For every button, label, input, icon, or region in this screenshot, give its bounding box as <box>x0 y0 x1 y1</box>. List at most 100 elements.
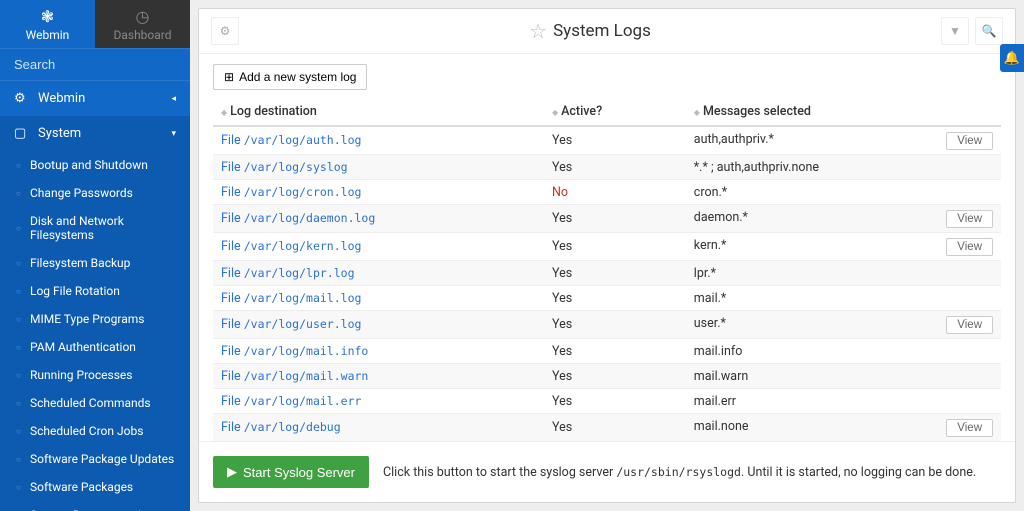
bullet-icon: ○ <box>16 371 21 380</box>
filter-button[interactable]: ▼ <box>941 17 969 45</box>
tab-dashboard[interactable]: ◷ Dashboard <box>95 0 190 48</box>
log-link[interactable]: File /var/log/daemon.log <box>221 211 375 226</box>
messages-cell: mail.info <box>686 339 1001 364</box>
log-link[interactable]: File /var/log/lpr.log <box>221 266 355 281</box>
log-row: File /var/log/mail.warn Yesmail.warn <box>213 364 1001 389</box>
nav-item-label: MIME Type Programs <box>30 312 144 326</box>
add-label-top: Add a new system log <box>239 70 356 84</box>
log-row: File /var/log/user.logYesuser.*View <box>213 311 1001 339</box>
bullet-icon: ○ <box>16 189 21 198</box>
bullet-icon: ○ <box>16 399 21 408</box>
active-cell: Yes <box>544 286 686 311</box>
log-link[interactable]: File /var/log/user.log <box>221 317 361 332</box>
search-input[interactable] <box>14 57 190 72</box>
messages-cell: user.*View <box>686 311 1001 339</box>
nav-item-scheduled-commands[interactable]: ○Scheduled Commands <box>0 389 190 417</box>
add-system-log-top[interactable]: ⊞ Add a new system log <box>213 64 367 90</box>
log-row: File /var/log/syslog Yes*.* ; auth,authpr… <box>213 155 1001 180</box>
log-row: File /var/log/daemon.logYesdaemon.*View <box>213 205 1001 233</box>
search-row: 🔍 <box>0 48 190 81</box>
bullet-icon: ○ <box>16 287 21 296</box>
logs-table: ◆Log destination ◆Active? ◆Messages sele… <box>213 98 1001 441</box>
nav-item-label: Scheduled Cron Jobs <box>30 424 143 438</box>
chevron-icon: ◂ <box>171 94 176 104</box>
start-syslog-label: Start Syslog Server <box>243 465 355 480</box>
content-card: ⚙ ☆ System Logs ▼ 🔍 ⊞ Add a new system l… <box>198 8 1016 503</box>
log-link[interactable]: File /var/log/kern.log <box>221 239 361 254</box>
active-cell: Yes <box>544 233 686 261</box>
nav-item-label: Disk and Network Filesystems <box>30 214 176 242</box>
view-button[interactable]: View <box>946 132 993 150</box>
nav-item-scheduled-cron-jobs[interactable]: ○Scheduled Cron Jobs <box>0 417 190 445</box>
nav-item-software-package-updates[interactable]: ○ Software Package Updates <box>0 445 190 473</box>
log-link[interactable]: File /var/log/mail.info <box>221 344 368 359</box>
nav-item-log-file-rotation[interactable]: ○Log File Rotation <box>0 277 190 305</box>
tab-webmin[interactable]: ❃ Webmin <box>0 0 95 48</box>
log-link[interactable]: File /var/log/auth.log <box>221 133 361 148</box>
footer: ▶ Start Syslog Server Click this button … <box>199 441 1015 502</box>
nav-item-software-packages[interactable]: ○Software Packages <box>0 473 190 501</box>
col-destination[interactable]: ◆Log destination <box>213 98 544 126</box>
tab-dashboard-label: Dashboard <box>113 28 171 42</box>
col-active[interactable]: ◆Active? <box>544 98 686 126</box>
nav-item-label: Software Package Updates <box>30 452 174 466</box>
plus-icon: ⊞ <box>224 70 234 84</box>
active-cell: Yes <box>544 364 686 389</box>
view-button[interactable]: View <box>946 316 993 334</box>
view-button[interactable]: View <box>946 210 993 228</box>
nav-item-running-processes[interactable]: ○Running Processes <box>0 361 190 389</box>
log-row: File /var/log/debugYesmail.noneView <box>213 414 1001 442</box>
messages-cell: cron.* <box>686 180 1001 205</box>
search-toggle-button[interactable]: 🔍 <box>975 17 1003 45</box>
star-icon[interactable]: ☆ <box>529 19 547 43</box>
log-link[interactable]: File /var/log/debug <box>221 420 341 435</box>
page-header: ⚙ ☆ System Logs ▼ 🔍 <box>199 9 1015 54</box>
nav-section-label: System <box>38 126 81 141</box>
col-messages[interactable]: ◆Messages selected <box>686 98 1001 126</box>
log-link[interactable]: File /var/log/syslog <box>221 160 348 175</box>
log-row: File /var/log/mail.errYesmail.err <box>213 389 1001 414</box>
nav-item-system-documentation[interactable]: ○System Documentation <box>0 501 190 511</box>
nav-section-system[interactable]: ▢System▾ <box>0 116 190 151</box>
bullet-icon: ○ <box>16 224 21 233</box>
chevron-icon: ▾ <box>171 129 176 139</box>
messages-cell: auth,authpriv.*View <box>686 126 1001 155</box>
start-syslog-hint: Click this button to start the syslog se… <box>383 465 976 480</box>
messages-cell: lpr.* <box>686 261 1001 286</box>
bullet-icon: ○ <box>16 343 21 352</box>
active-cell: Yes <box>544 261 686 286</box>
messages-cell: *.* ; auth,authpriv.none <box>686 155 1001 180</box>
nav-item-disk-and-network-filesystems[interactable]: ○ Disk and Network Filesystems <box>0 207 190 249</box>
log-link[interactable]: File /var/log/mail.log <box>221 291 361 306</box>
log-row: File /var/log/auth.logYesauth,authpriv.*… <box>213 126 1001 155</box>
nav-item-mime-type-programs[interactable]: ○MIME Type Programs <box>0 305 190 333</box>
log-link[interactable]: File /var/log/mail.err <box>221 394 361 409</box>
start-syslog-button[interactable]: ▶ Start Syslog Server <box>213 456 369 488</box>
messages-cell: daemon.*View <box>686 205 1001 233</box>
magnify-icon: 🔍 <box>982 24 997 38</box>
dashboard-icon: ◷ <box>136 7 150 26</box>
webmin-logo-icon: ❃ <box>41 7 54 26</box>
nav-item-label: Filesystem Backup <box>30 256 130 270</box>
nav-item-label: Software Packages <box>30 480 133 494</box>
active-cell: Yes <box>544 155 686 180</box>
nav-item-change-passwords[interactable]: ○Change Passwords <box>0 179 190 207</box>
view-button[interactable]: View <box>946 238 993 256</box>
bullet-icon: ○ <box>16 455 21 464</box>
nav-item-filesystem-backup[interactable]: ○Filesystem Backup <box>0 249 190 277</box>
log-link[interactable]: File /var/log/mail.warn <box>221 369 368 384</box>
content-body: ⊞ Add a new system log ◆Log destination … <box>199 54 1015 441</box>
nav-item-bootup-and-shutdown[interactable]: ○Bootup and Shutdown <box>0 151 190 179</box>
messages-cell: mail.warn <box>686 364 1001 389</box>
view-button[interactable]: View <box>946 419 993 437</box>
nav-item-pam-authentication[interactable]: ○PAM Authentication <box>0 333 190 361</box>
log-row: File /var/log/mail.logYesmail.* <box>213 286 1001 311</box>
log-row: File /var/log/kern.logYeskern.*View <box>213 233 1001 261</box>
sidebar: ❃ Webmin ◷ Dashboard 🔍 ⚙Webmin◂▢System▾○… <box>0 0 190 511</box>
active-cell: Yes <box>544 414 686 442</box>
notifications-tab[interactable]: 🔔 <box>1000 44 1024 72</box>
log-link[interactable]: File /var/log/cron.log <box>221 185 361 200</box>
nav-section-webmin[interactable]: ⚙Webmin◂ <box>0 81 190 116</box>
settings-button[interactable]: ⚙ <box>211 17 239 45</box>
nav-section-label: Webmin <box>38 91 85 106</box>
